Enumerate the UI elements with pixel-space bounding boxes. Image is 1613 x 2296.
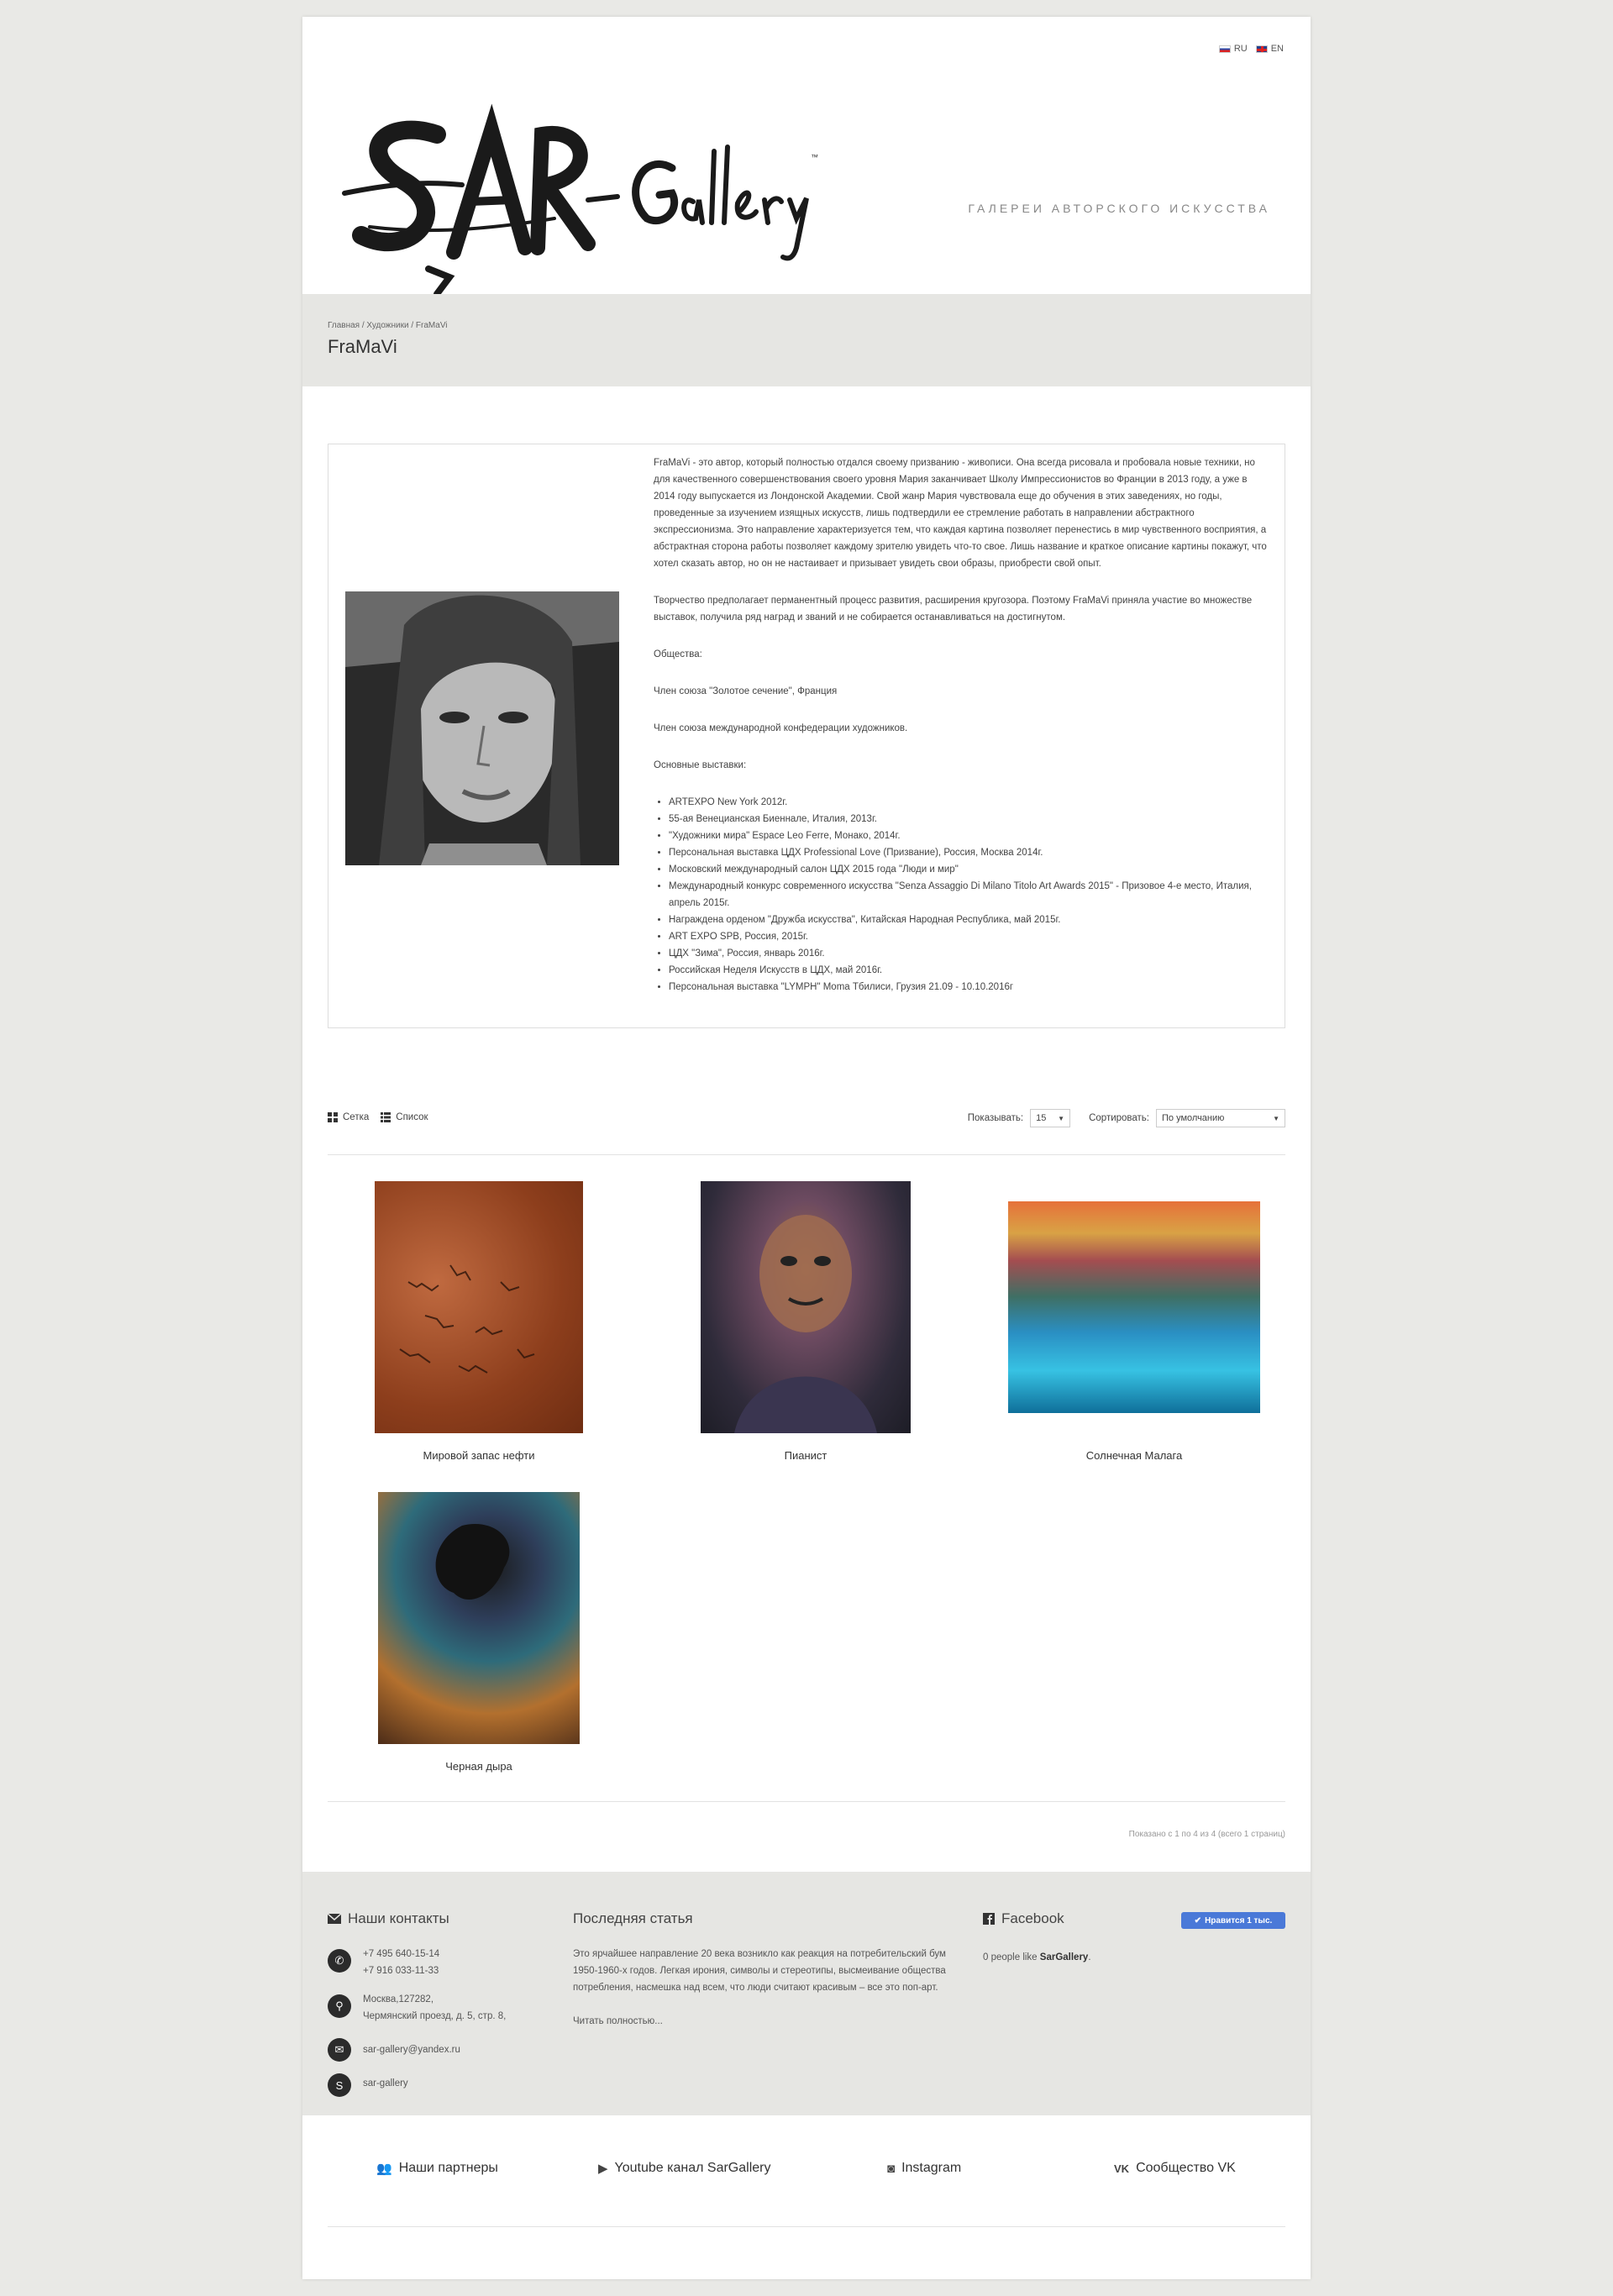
- exhibition-item: ART EXPO SPB, Россия, 2015г.: [669, 928, 1267, 945]
- artist-portrait: [345, 591, 619, 865]
- exhibition-item: Персональная выставка "LYMPH" Moma Тбили…: [669, 979, 1267, 996]
- sort-label: Сортировать:: [1089, 1113, 1149, 1123]
- bio-paragraph: Общества:: [654, 649, 702, 659]
- view-switch: Сетка Список: [328, 1112, 428, 1122]
- show-count-select[interactable]: 15 ▼: [1030, 1109, 1071, 1127]
- bio-paragraph: Член союза "Золотое сечение", Франция: [654, 686, 838, 696]
- facebook-page-link[interactable]: SarGallery: [1040, 1952, 1089, 1962]
- dropdown-arrow-icon: ▼: [1058, 1114, 1065, 1122]
- artwork-title[interactable]: Черная дыра: [353, 1760, 605, 1773]
- breadcrumb-separator: /: [361, 321, 365, 330]
- exhibition-item: ЦДХ "Зима", Россия, январь 2016г.: [669, 945, 1267, 962]
- bottom-links: 👥 Наши партнеры ▶ Youtube канал SarGallery…: [302, 2161, 1311, 2194]
- artwork-texture: [734, 1215, 877, 1433]
- skype-icon: S: [328, 2073, 351, 2097]
- russia-flag-icon: [1218, 45, 1231, 53]
- exhibition-item: Международный конкурс современного искус…: [669, 878, 1267, 912]
- vk-link[interactable]: VK Сообщество VK: [1114, 2161, 1236, 2176]
- map-pin-icon: ⚲: [328, 1994, 351, 2018]
- artwork-title[interactable]: Солнечная Малага: [1008, 1449, 1260, 1462]
- breadcrumb-home[interactable]: Главная: [328, 321, 360, 330]
- show-label: Показывать:: [967, 1113, 1024, 1123]
- bio-paragraph: FraMaVi - это автор, который полностью о…: [654, 458, 1267, 569]
- exhibition-item: ARTEXPO New York 2012г.: [669, 794, 1267, 811]
- phone-2[interactable]: +7 916 033-11-33: [363, 1962, 439, 1979]
- title-bar: Главная / Художники / FraMaVi FraMaVi: [302, 294, 1311, 386]
- address: Москва,127282, Чермянский проезд, д. 5, …: [363, 1994, 507, 2021]
- users-icon: 👥: [376, 2162, 392, 2176]
- list-icon: [381, 1112, 391, 1122]
- instagram-link[interactable]: ◙ Instagram: [887, 2161, 961, 2176]
- artwork-image[interactable]: [701, 1181, 911, 1433]
- skype-link[interactable]: sar-gallery: [363, 2075, 408, 2092]
- pagination-info: Показано с 1 по 4 из 4 (всего 1 страниц): [1128, 1830, 1285, 1839]
- email-link[interactable]: sar-gallery@yandex.ru: [363, 2041, 460, 2058]
- sar-gallery-logo[interactable]: ™: [336, 101, 832, 302]
- partners-link[interactable]: 👥 Наши партнеры: [376, 2161, 498, 2176]
- breadcrumb-artists[interactable]: Художники: [366, 321, 408, 330]
- facebook-heading: Facebook: [983, 1910, 1064, 1927]
- exhibition-item: Московский международный салон ЦДХ 2015 …: [669, 861, 1267, 878]
- artist-bio-panel: FraMaVi - это автор, который полностью о…: [328, 444, 1285, 1028]
- exhibition-item: Персональная выставка ЦДХ Professional L…: [669, 844, 1267, 861]
- facebook-like-button[interactable]: ✔ Нравится 1 тыс.: [1181, 1912, 1285, 1929]
- exhibition-item: Российская Неделя Искусств в ЦДХ, май 20…: [669, 962, 1267, 979]
- language-switch: RU EN: [1218, 44, 1284, 54]
- product-toolbar: Сетка Список Показывать: 15 ▼ Сортировать…: [328, 1109, 1285, 1129]
- contacts-heading: Наши контакты: [328, 1910, 449, 1927]
- read-more-link[interactable]: Читать полностью...: [573, 2013, 663, 2030]
- artwork-image[interactable]: [1008, 1201, 1260, 1413]
- artwork-texture: [399, 1264, 535, 1374]
- artwork-image[interactable]: [378, 1492, 580, 1744]
- instagram-icon: ◙: [887, 2161, 896, 2176]
- breadcrumb-separator: /: [411, 321, 414, 330]
- uk-flag-icon: [1255, 45, 1268, 53]
- breadcrumb: Главная / Художники / FraMaVi: [328, 321, 448, 330]
- artwork-title[interactable]: Мировой запас нефти: [353, 1449, 605, 1462]
- article-heading: Последняя статья: [573, 1910, 693, 1926]
- list-view-button[interactable]: Список: [381, 1112, 428, 1122]
- exhibitions-list: ARTEXPO New York 2012г. 55-ая Венецианск…: [654, 794, 1267, 996]
- bio-text: FraMaVi - это автор, который полностью о…: [654, 454, 1267, 996]
- bio-paragraph: Основные выставки:: [654, 760, 747, 770]
- email-icon: ✉: [328, 2038, 351, 2062]
- sort-area: Показывать: 15 ▼ Сортировать: По умолчани…: [968, 1109, 1285, 1127]
- article-text: Это ярчайшее направление 20 века возникл…: [573, 1949, 946, 1993]
- youtube-icon: ▶: [598, 2162, 608, 2176]
- exhibition-item: Награждена орденом "Дружба искусства", К…: [669, 912, 1267, 928]
- phone-numbers: +7 495 640-15-14 +7 916 033-11-33: [363, 1946, 439, 1979]
- page-title: FraMaVi: [328, 336, 397, 357]
- page-container: RU EN ™ ГАЛЕРЕИ АВТОРСКОГО ИСКУССТВА Гла…: [302, 17, 1311, 2279]
- phone-1[interactable]: +7 495 640-15-14: [363, 1946, 439, 1962]
- dropdown-arrow-icon: ▼: [1273, 1114, 1279, 1122]
- divider: [328, 1801, 1285, 1802]
- exhibition-item: "Художники мира" Espace Leo Ferre, Монак…: [669, 828, 1267, 844]
- grid-view-button[interactable]: Сетка: [328, 1112, 369, 1122]
- bio-paragraph: Творчество предполагает перманентный про…: [654, 596, 1253, 623]
- exhibition-item: 55-ая Венецианская Биеннале, Италия, 201…: [669, 811, 1267, 828]
- lang-ru[interactable]: RU: [1218, 44, 1248, 54]
- lang-en[interactable]: EN: [1255, 44, 1284, 54]
- artwork-texture: [435, 1524, 510, 1600]
- phone-icon: ✆: [328, 1949, 351, 1973]
- divider: [328, 2226, 1285, 2227]
- facebook-people: 0 people like SarGallery.: [983, 1952, 1091, 1962]
- svg-text:™: ™: [811, 153, 818, 161]
- divider: [328, 1154, 1285, 1155]
- envelope-icon: [328, 1914, 341, 1924]
- sort-select[interactable]: По умолчанию ▼: [1156, 1109, 1285, 1127]
- portrait-image: [345, 591, 619, 865]
- vk-icon: VK: [1114, 2162, 1130, 2175]
- youtube-link[interactable]: ▶ Youtube канал SarGallery: [598, 2161, 770, 2176]
- artwork-image[interactable]: [375, 1181, 583, 1433]
- breadcrumb-current[interactable]: FraMaVi: [416, 321, 448, 330]
- bio-paragraph: Член союза международной конфедерации ху…: [654, 723, 908, 733]
- check-icon: ✔: [1194, 1915, 1202, 1926]
- grid-icon: [328, 1112, 338, 1122]
- artwork-title[interactable]: Пианист: [680, 1449, 932, 1462]
- footer: Наши контакты ✆ +7 495 640-15-14 +7 916 …: [302, 1872, 1311, 2115]
- facebook-icon: [983, 1913, 995, 1925]
- tagline: ГАЛЕРЕИ АВТОРСКОГО ИСКУССТВА: [968, 202, 1270, 215]
